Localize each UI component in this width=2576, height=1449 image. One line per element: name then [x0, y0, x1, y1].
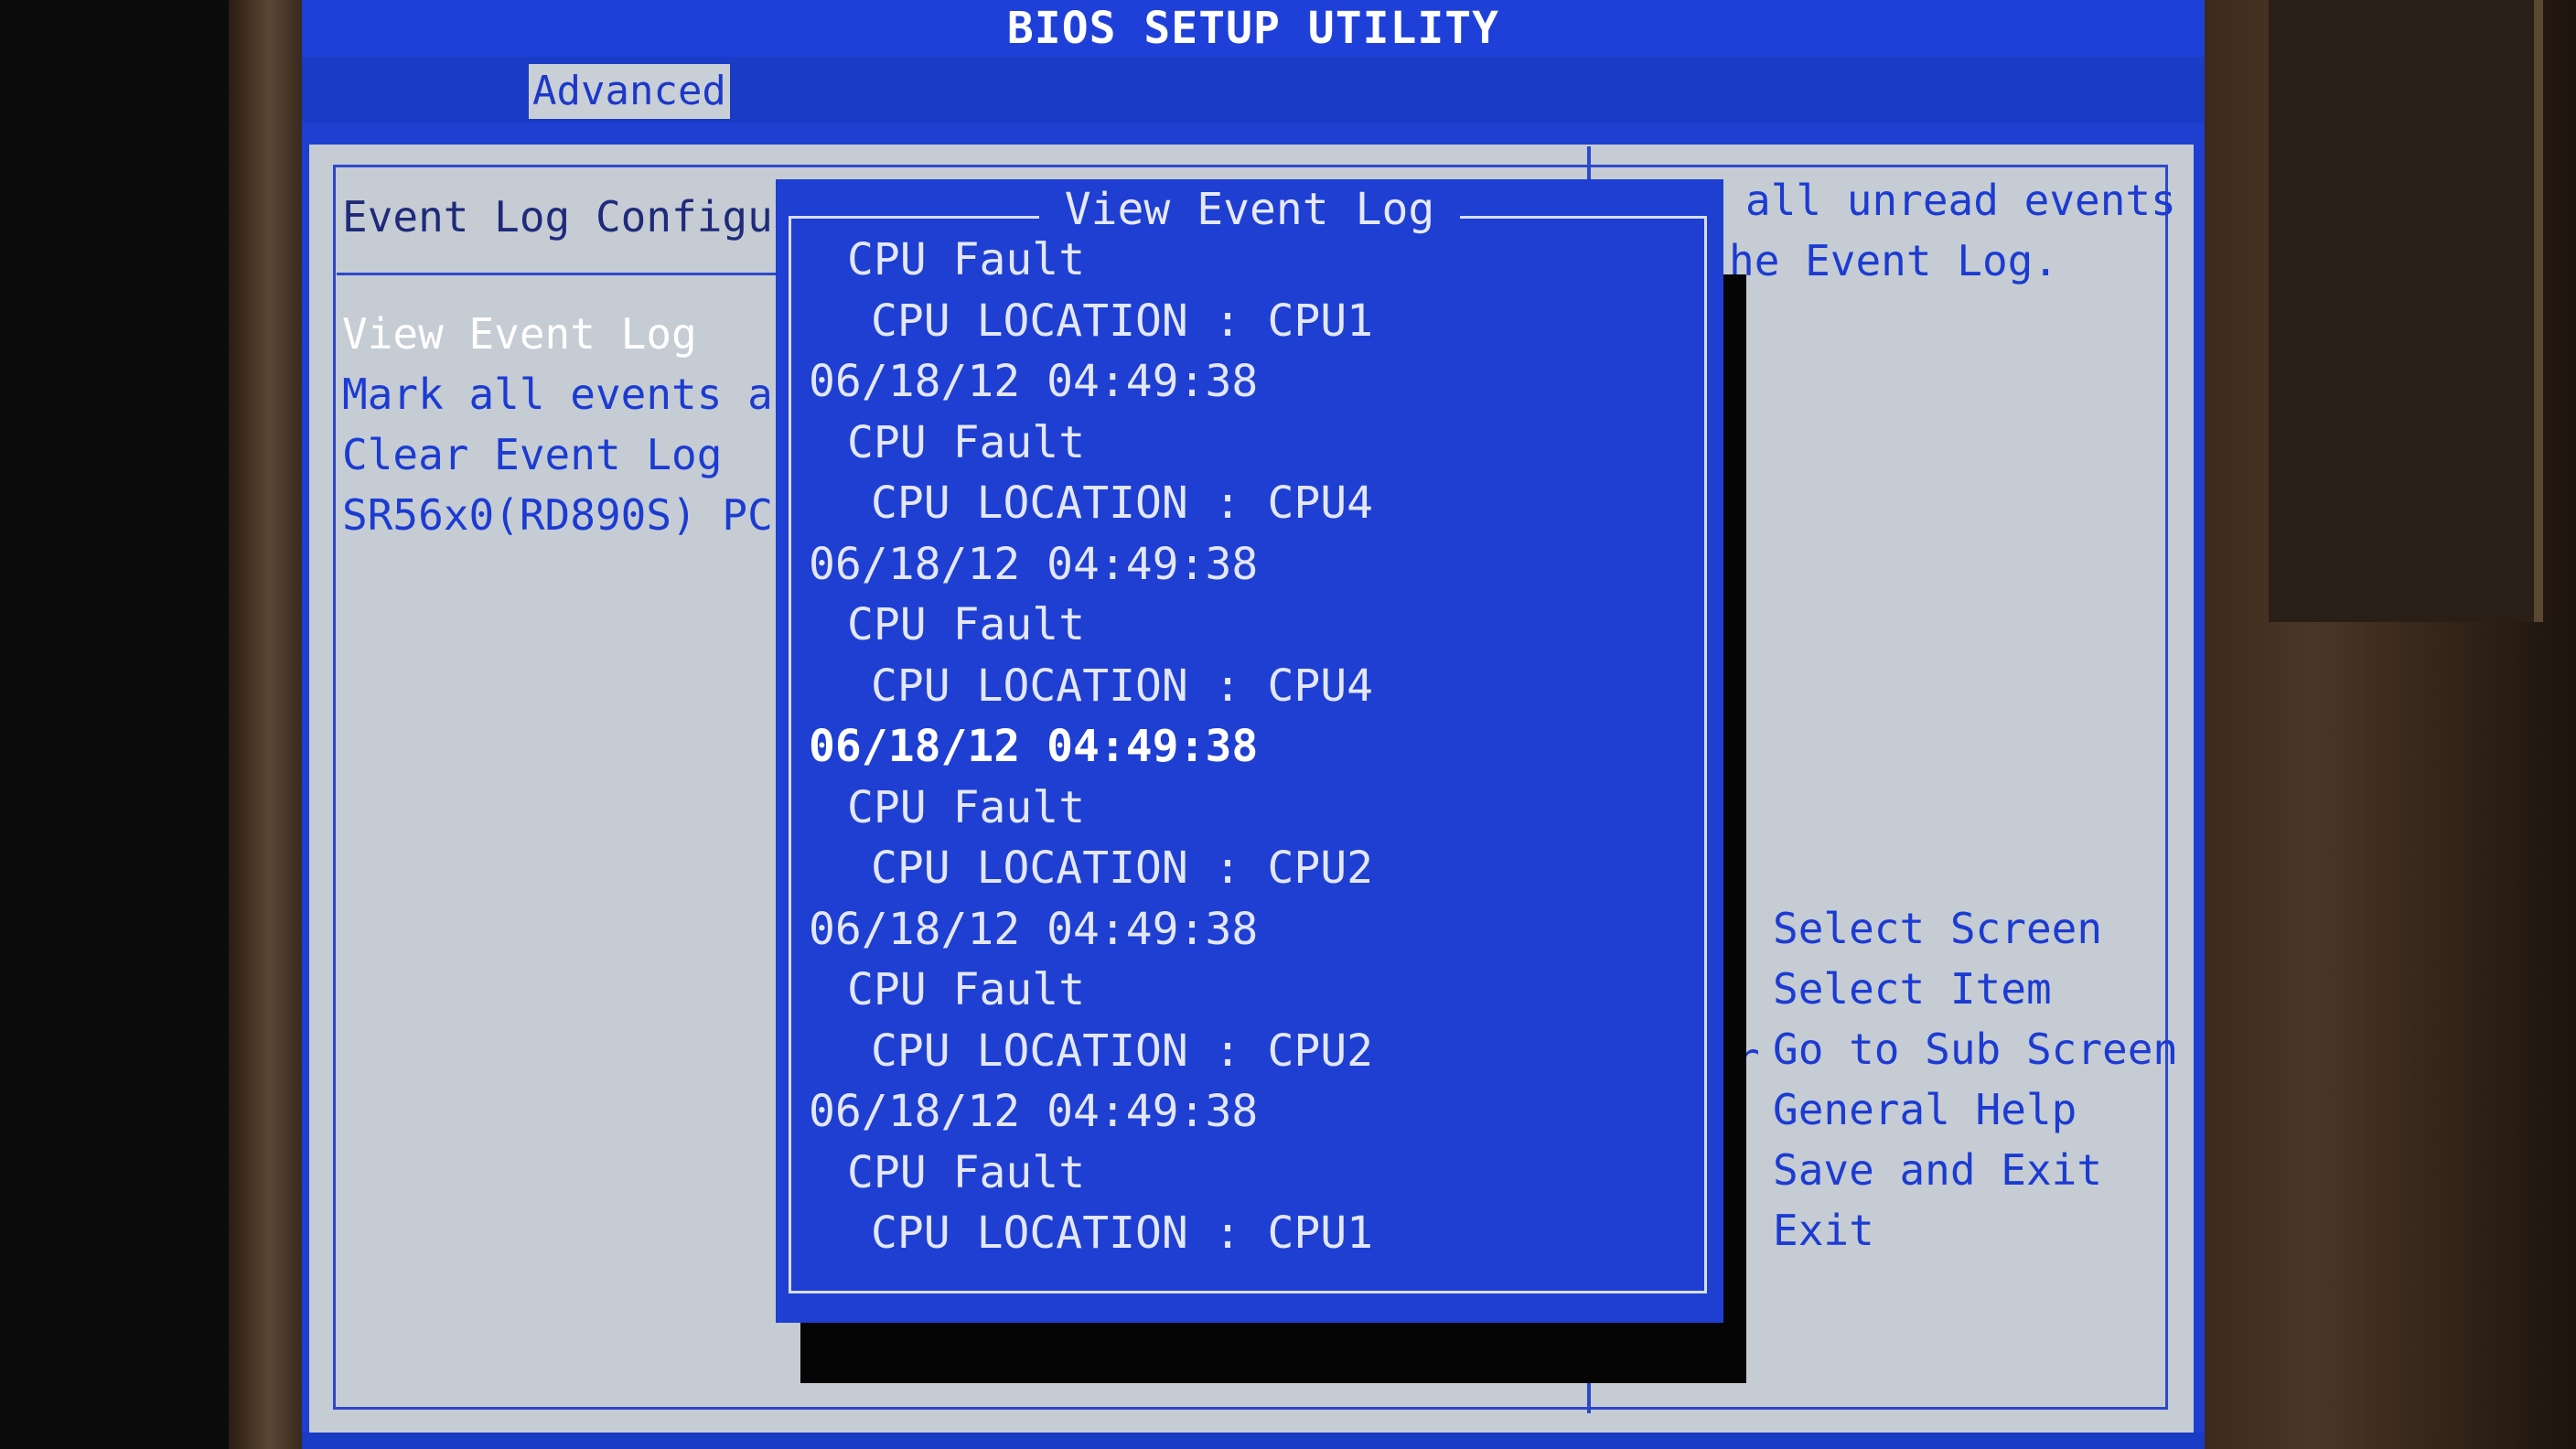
key-general-help: General Help [1773, 1085, 2077, 1134]
key-save-and-exit: Save and Exit [1773, 1145, 2103, 1195]
popup-shadow-right [1722, 274, 1746, 1383]
tab-advanced[interactable]: Advanced [529, 64, 730, 119]
event-log-line: CPU LOCATION : CPU4 [871, 478, 1374, 529]
event-log-line: 06/18/12 04:49:38 [809, 538, 1259, 590]
popup-shadow-bottom [800, 1317, 1744, 1383]
section-heading: Event Log Configur [342, 192, 799, 242]
event-log-line: CPU Fault [847, 964, 1086, 1015]
event-log-line: CPU Fault [847, 416, 1086, 468]
menu-item-mark-all-events[interactable]: Mark all events as [342, 370, 799, 419]
dialog-title: View Event Log [776, 179, 1723, 240]
key-select-screen: Select Screen [1773, 904, 2103, 953]
background-shelf [2269, 0, 2543, 622]
monitor-bezel-left [229, 0, 302, 1449]
dialog-title-text: View Event Log [1038, 184, 1461, 235]
event-log-line: CPU Fault [847, 781, 1086, 833]
menu-item-sr56x0-pci[interactable]: SR56x0(RD890S) PCI [342, 490, 799, 540]
tab-strip: Advanced [302, 57, 2205, 123]
help-line-1: all unread events [1745, 176, 2176, 225]
menu-item-clear-event-log[interactable]: Clear Event Log [342, 430, 722, 479]
event-log-line: CPU LOCATION : CPU4 [871, 660, 1374, 712]
bottom-bar [302, 1433, 2205, 1449]
event-log-line: CPU LOCATION : CPU1 [871, 1208, 1374, 1259]
bios-title: BIOS SETUP UTILITY [302, 0, 2205, 57]
event-log-line: CPU LOCATION : CPU2 [871, 843, 1374, 894]
event-log-line: 06/18/12 04:49:38 [809, 721, 1259, 772]
event-log-line: CPU Fault [847, 599, 1086, 650]
key-select-item: Select Item [1773, 964, 2052, 1014]
help-line-2: he Event Log. [1729, 236, 2059, 285]
view-event-log-dialog: View Event Log CPU Fault CPU LOCATION : C… [776, 179, 1723, 1323]
key-exit: Exit [1773, 1206, 1874, 1255]
event-log-line: CPU LOCATION : CPU1 [871, 295, 1374, 347]
bios-screen: BIOS SETUP UTILITY Advanced Event Log Co… [302, 0, 2205, 1449]
event-log-line: 06/18/12 04:49:38 [809, 1086, 1259, 1137]
menu-item-view-event-log[interactable]: View Event Log [342, 309, 697, 359]
event-log-line: 06/18/12 04:49:38 [809, 356, 1259, 407]
event-log-line: CPU LOCATION : CPU2 [871, 1025, 1374, 1077]
event-log-line: CPU Fault [847, 234, 1086, 285]
event-log-line: 06/18/12 04:49:38 [809, 903, 1259, 955]
event-log-line: CPU Fault [847, 1146, 1086, 1198]
key-go-to-sub-screen: Go to Sub Screen [1773, 1025, 2179, 1074]
